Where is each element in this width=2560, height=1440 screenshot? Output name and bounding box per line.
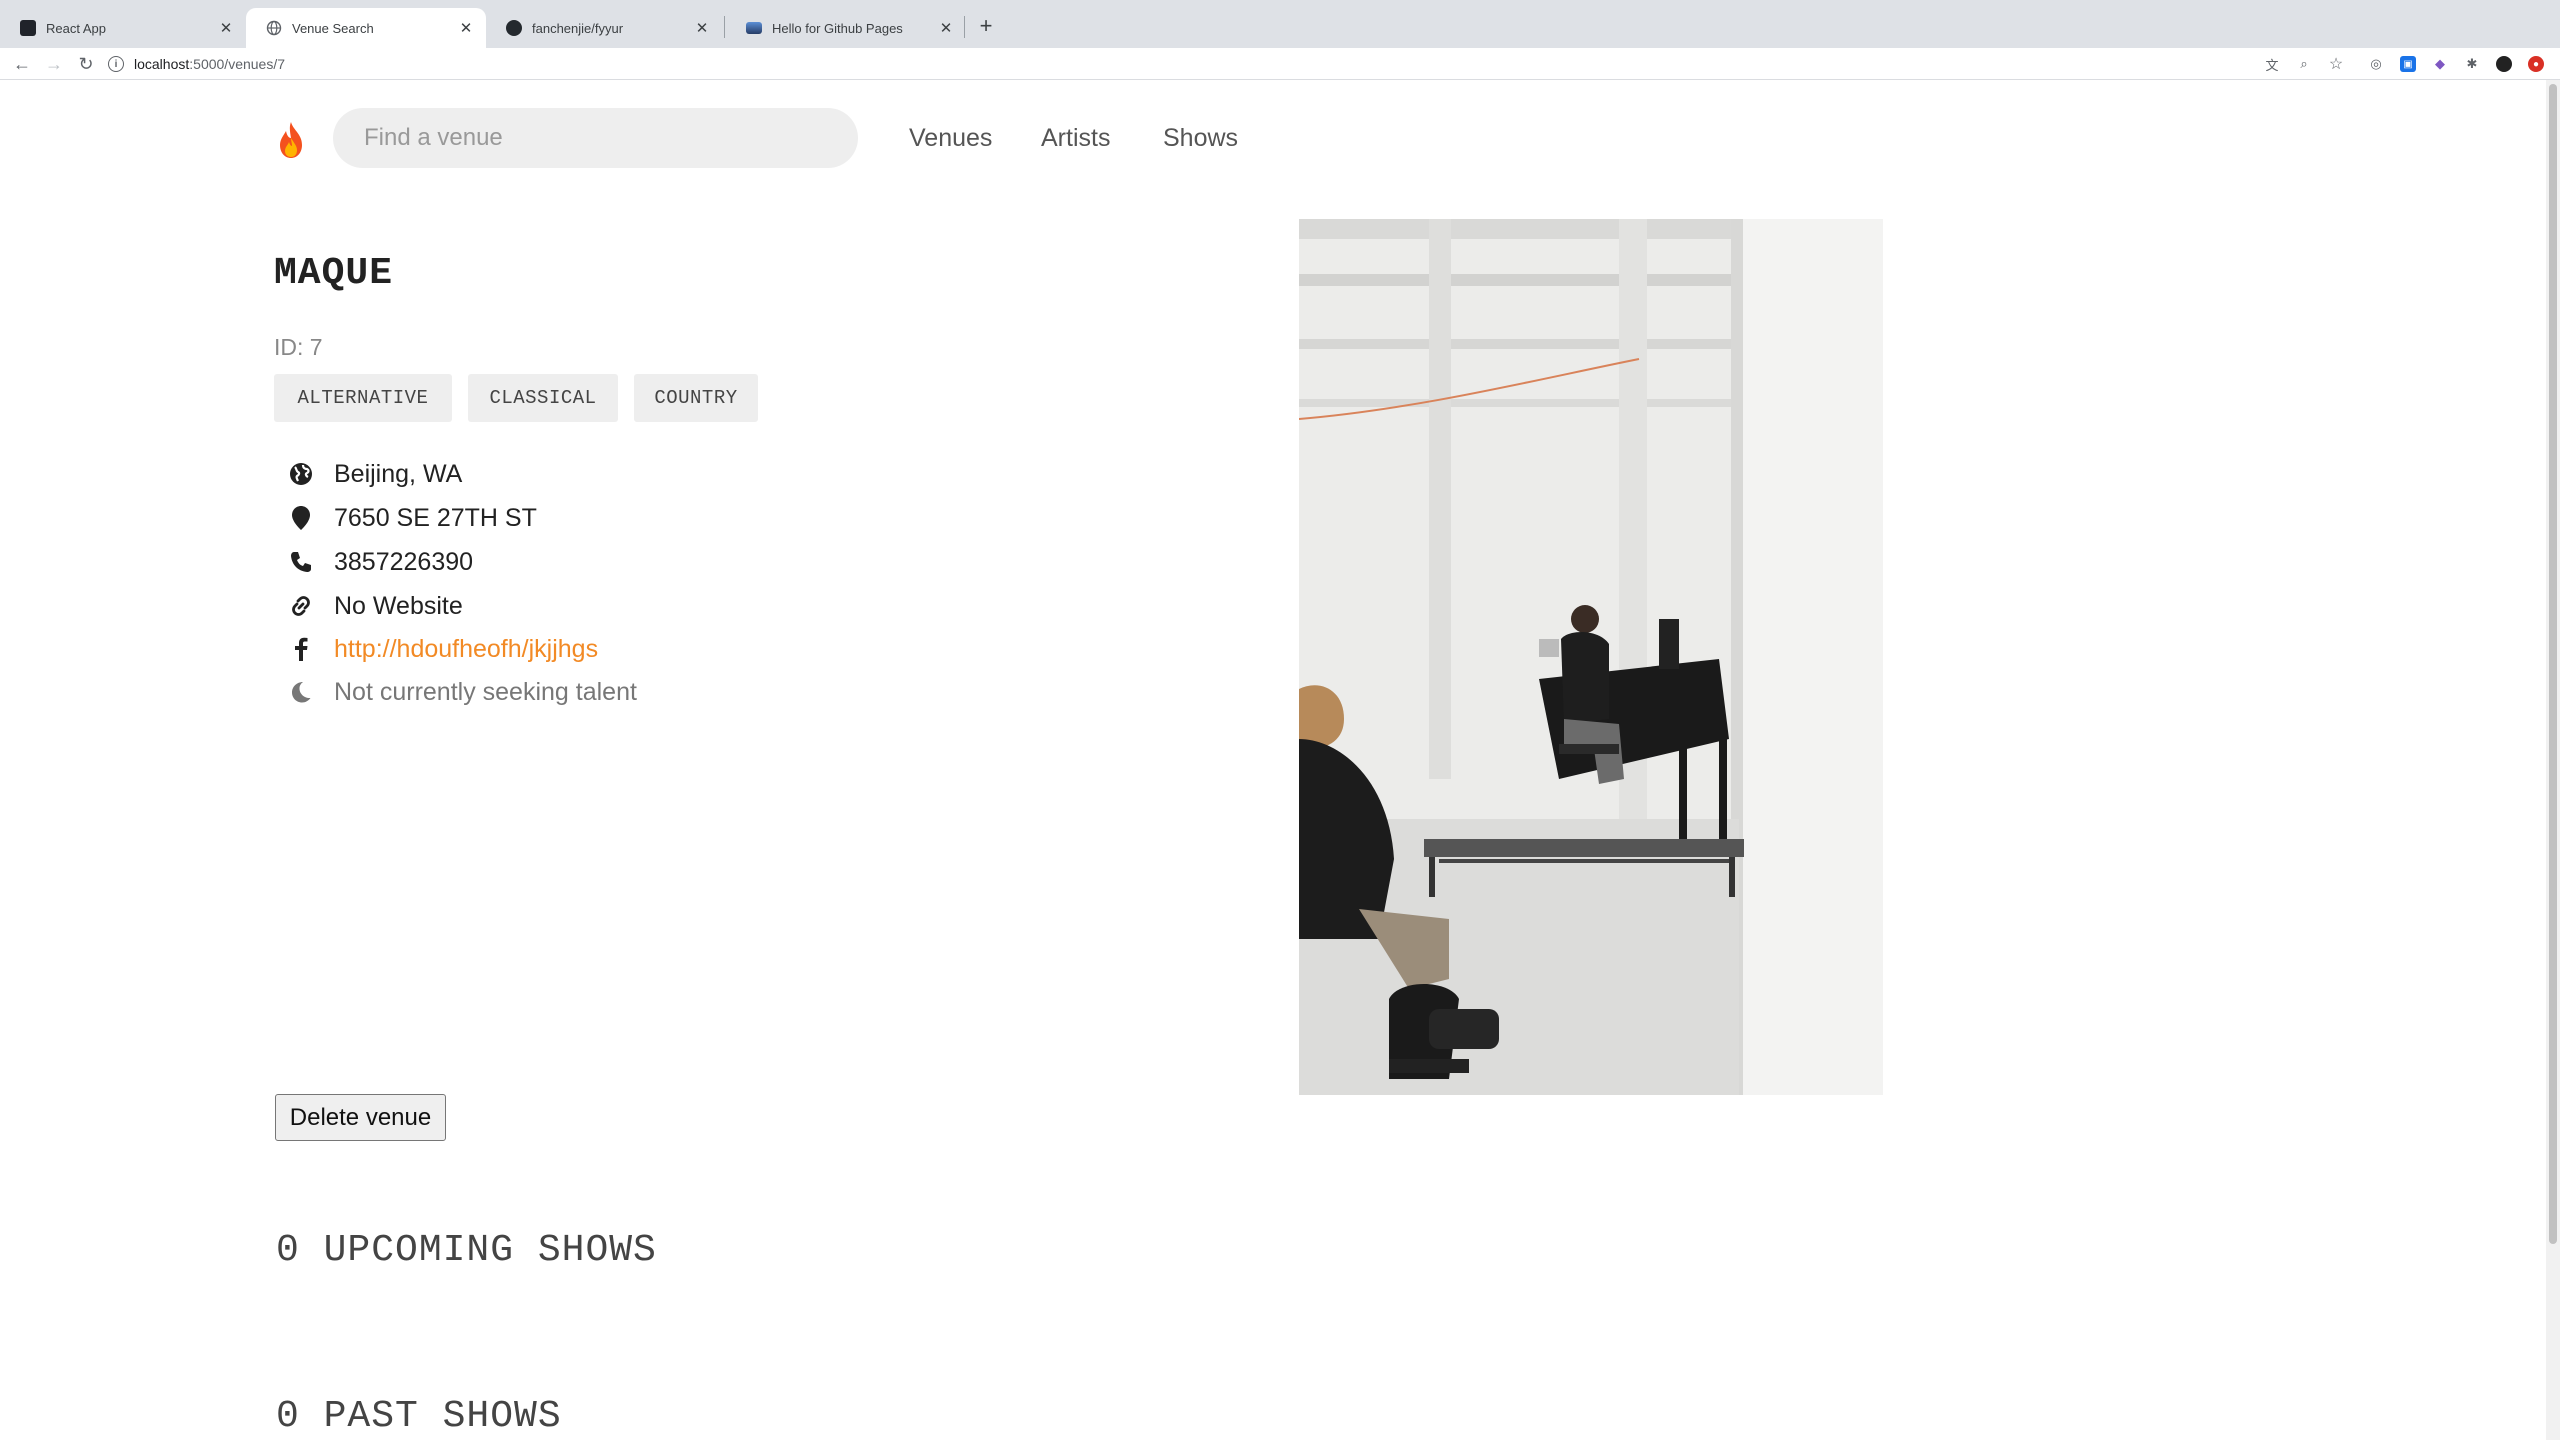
tab-react-app[interactable]: React App ✕ <box>0 8 246 48</box>
venue-name-heading: MAQUE <box>274 252 394 295</box>
delete-venue-button[interactable]: Delete venue <box>275 1094 446 1141</box>
update-alert-icon[interactable]: ● <box>2528 56 2544 72</box>
page-content: Venues Artists Shows MAQUE ID: 7 ALTERNA… <box>0 80 2546 1440</box>
address-url: localhost:5000/venues/7 <box>134 56 286 72</box>
pages-favicon-icon <box>746 22 762 34</box>
phone-row: 3857226390 <box>288 544 473 580</box>
website-row: No Website <box>288 588 463 624</box>
genre-tag: COUNTRY <box>634 374 758 422</box>
profile-avatar[interactable] <box>2496 56 2512 72</box>
city-state-row: Beijing, WA <box>288 456 462 492</box>
upcoming-shows-heading: 0 UPCOMING SHOWS <box>276 1229 657 1272</box>
react-favicon-icon <box>20 20 36 36</box>
github-favicon-icon <box>506 20 522 36</box>
genre-tag: ALTERNATIVE <box>274 374 452 422</box>
address-bar[interactable]: i localhost:5000/venues/7 <box>108 50 2548 78</box>
extension-globe-icon[interactable]: ◎ <box>2368 56 2384 72</box>
zoom-icon[interactable]: ⌕ <box>2296 56 2312 72</box>
nav-venues-link[interactable]: Venues <box>909 124 992 153</box>
genre-tag: CLASSICAL <box>468 374 618 422</box>
facebook-row: http://hdoufheofh/jkjjhgs <box>288 631 598 667</box>
page-scrollbar[interactable] <box>2546 80 2560 1440</box>
browser-toolbar: ← → ↻ i localhost:5000/venues/7 文 ⌕ ☆ ◎ … <box>0 48 2560 80</box>
scrollbar-thumb[interactable] <box>2549 84 2557 1244</box>
tab-separator <box>964 16 965 38</box>
seeking-row: Not currently seeking talent <box>288 674 637 710</box>
tab-label: React App <box>46 20 106 36</box>
close-icon[interactable]: ✕ <box>692 18 712 38</box>
past-shows-heading: 0 PAST SHOWS <box>276 1395 562 1438</box>
address-text: 7650 SE 27TH ST <box>334 503 537 532</box>
back-arrow-icon[interactable]: ← <box>8 50 36 78</box>
tab-separator <box>724 16 725 38</box>
website-text: No Website <box>334 591 463 620</box>
venue-id: ID: 7 <box>274 334 323 360</box>
browser-tab-bar: React App ✕ Venue Search ✕ fanchenjie/fy… <box>0 0 2560 48</box>
bookmark-star-icon[interactable]: ☆ <box>2328 56 2344 73</box>
fire-icon[interactable] <box>274 120 308 160</box>
address-row: 7650 SE 27TH ST <box>288 500 537 536</box>
translate-icon[interactable]: 文 <box>2264 56 2280 73</box>
nav-shows-link[interactable]: Shows <box>1163 124 1238 153</box>
extensions-puzzle-icon[interactable]: ✱ <box>2464 56 2480 72</box>
nav-artists-link[interactable]: Artists <box>1041 124 1110 153</box>
tab-label: Hello for Github Pages <box>772 20 903 36</box>
tab-label: Venue Search <box>292 20 374 36</box>
phone-icon <box>288 549 314 575</box>
close-icon[interactable]: ✕ <box>936 18 956 38</box>
tab-venue-search[interactable]: Venue Search ✕ <box>246 8 486 48</box>
tab-github-fyyur[interactable]: fanchenjie/fyyur ✕ <box>486 8 722 48</box>
facebook-icon <box>288 636 314 662</box>
facebook-link[interactable]: http://hdoufheofh/jkjjhgs <box>334 635 598 664</box>
tab-github-pages[interactable]: Hello for Github Pages ✕ <box>726 8 966 48</box>
tab-label: fanchenjie/fyyur <box>532 20 624 36</box>
extension-shield-icon[interactable]: ◆ <box>2432 56 2448 72</box>
map-marker-icon <box>288 505 314 531</box>
city-state-text: Beijing, WA <box>334 459 463 488</box>
reload-icon[interactable]: ↻ <box>72 50 100 78</box>
seeking-status-text: Not currently seeking talent <box>334 677 637 706</box>
site-info-icon[interactable]: i <box>108 56 124 72</box>
venue-search-input[interactable] <box>333 108 858 168</box>
forward-arrow-icon[interactable]: → <box>40 50 68 78</box>
moon-icon <box>288 679 314 705</box>
close-icon[interactable]: ✕ <box>456 18 476 38</box>
globe-favicon-icon <box>266 20 282 36</box>
close-icon[interactable]: ✕ <box>216 18 236 38</box>
phone-text: 3857226390 <box>334 547 474 576</box>
link-icon <box>288 593 314 619</box>
globe-icon <box>288 461 314 487</box>
new-tab-plus-icon[interactable]: + <box>974 13 998 38</box>
extension-screen-icon[interactable]: ▣ <box>2400 56 2416 72</box>
venue-photo <box>1298 219 1883 1095</box>
